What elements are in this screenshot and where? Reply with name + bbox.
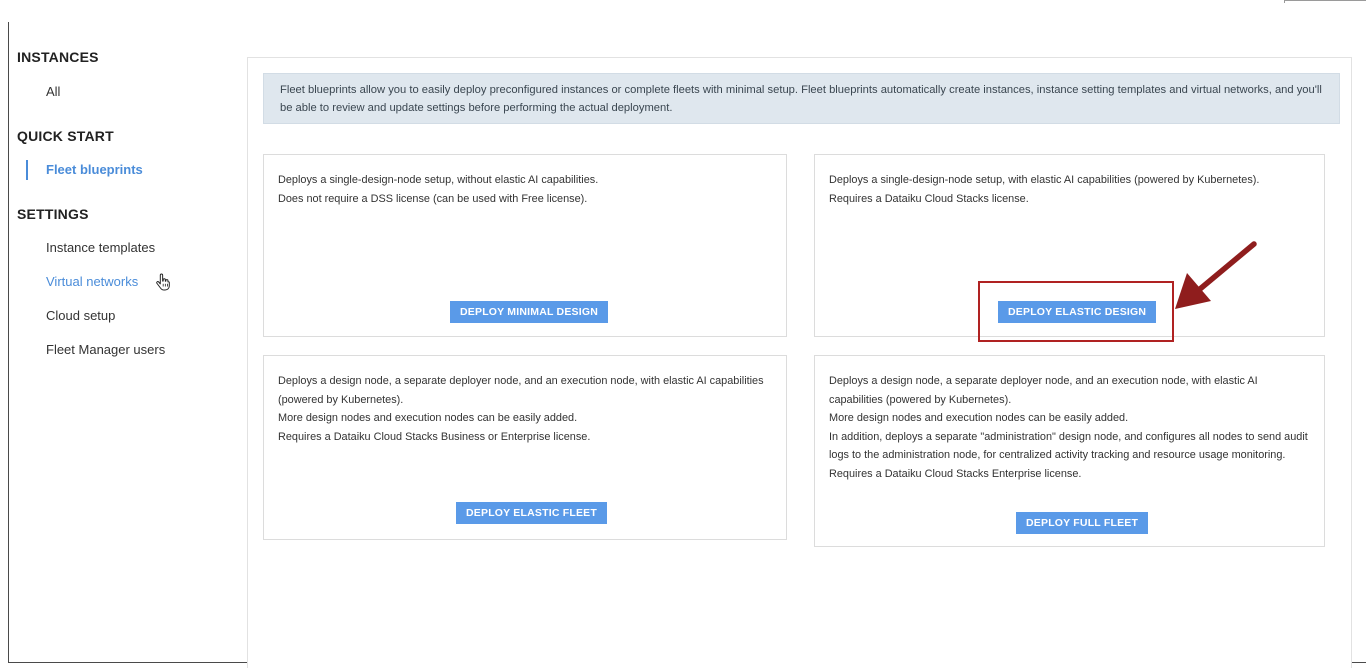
blueprint-card-elastic-design: Deploys a single-design-node setup, with… bbox=[814, 154, 1325, 337]
sidebar-item-label: Fleet Manager users bbox=[46, 342, 166, 357]
deploy-elastic-fleet-button[interactable]: DEPLOY ELASTIC FLEET bbox=[456, 502, 607, 524]
card-description-line: Requires a Dataiku Cloud Stacks Enterpri… bbox=[829, 467, 1082, 480]
sidebar-item-cloud-setup[interactable]: Cloud setup bbox=[17, 299, 232, 333]
sidebar-section-title: SETTINGS bbox=[17, 206, 89, 222]
sidebar-item-fleet-blueprints[interactable]: Fleet blueprints bbox=[17, 153, 232, 187]
main-panel: Fleet blueprints allow you to easily dep… bbox=[247, 57, 1352, 668]
blueprint-card-full-fleet: Deploys a design node, a separate deploy… bbox=[814, 355, 1325, 547]
card-description-line: Deploys a design node, a separate deploy… bbox=[829, 375, 1258, 406]
card-description-line: Requires a Dataiku Cloud Stacks license. bbox=[829, 192, 1029, 205]
sidebar-item-instance-templates[interactable]: Instance templates bbox=[17, 231, 232, 265]
sidebar-item-label: All bbox=[46, 84, 61, 99]
card-description-line: Deploys a single-design-node setup, with… bbox=[829, 174, 1260, 186]
sidebar-item-label: Cloud setup bbox=[46, 308, 116, 323]
sidebar-section-title: QUICK START bbox=[17, 128, 114, 144]
blueprint-card-minimal-design: Deploys a single-design-node setup, with… bbox=[263, 154, 787, 337]
card-description-line: More design nodes and execution nodes ca… bbox=[829, 412, 1129, 425]
info-banner: Fleet blueprints allow you to easily dep… bbox=[263, 73, 1340, 124]
deploy-full-fleet-button[interactable]: DEPLOY FULL FLEET bbox=[1016, 512, 1149, 534]
sidebar-section-title: INSTANCES bbox=[17, 49, 99, 65]
sidebar-section-settings: SETTINGS bbox=[17, 206, 232, 222]
deploy-elastic-design-button[interactable]: DEPLOY ELASTIC DESIGN bbox=[998, 301, 1157, 323]
card-description-line: Deploys a design node, a separate deploy… bbox=[278, 375, 764, 406]
sidebar-section-quick-start: QUICK START bbox=[17, 128, 232, 144]
blueprint-card-elastic-fleet: Deploys a design node, a separate deploy… bbox=[263, 355, 787, 540]
card-description-line: Deploys a single-design-node setup, with… bbox=[278, 174, 599, 186]
sidebar-item-all[interactable]: All bbox=[17, 75, 232, 109]
card-description-line: More design nodes and execution nodes ca… bbox=[278, 412, 578, 425]
deploy-minimal-design-button[interactable]: DEPLOY MINIMAL DESIGN bbox=[450, 301, 608, 323]
sidebar-item-fleet-manager-users[interactable]: Fleet Manager users bbox=[17, 333, 232, 367]
sidebar-item-virtual-networks[interactable]: Virtual networks bbox=[17, 265, 232, 299]
hand-pointer-icon bbox=[156, 273, 170, 291]
card-description-line: In addition, deploys a separate "adminis… bbox=[829, 430, 1308, 462]
sidebar-section-instances: INSTANCES bbox=[17, 49, 232, 65]
sidebar-item-label: Virtual networks bbox=[46, 274, 139, 289]
sidebar-item-label: Fleet blueprints bbox=[46, 162, 143, 177]
sidebar-item-label: Instance templates bbox=[46, 240, 156, 255]
card-description-line: Requires a Dataiku Cloud Stacks Business… bbox=[278, 430, 591, 443]
card-description-line: Does not require a DSS license (can be u… bbox=[278, 192, 588, 205]
window-corner-line bbox=[1284, 0, 1366, 3]
